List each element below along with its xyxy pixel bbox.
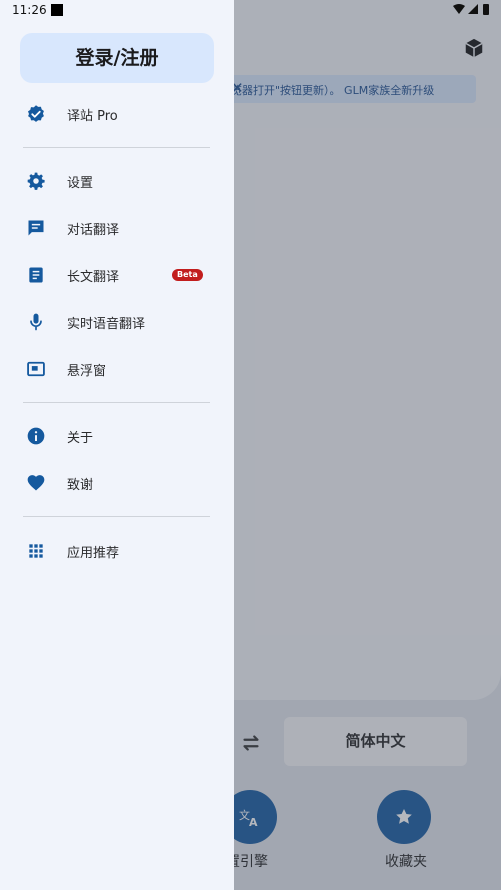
drawer-item-floating-window[interactable]: 悬浮窗 (0, 349, 234, 389)
drawer-item-label: 关于 (67, 431, 94, 446)
verified-badge-icon (28, 105, 44, 122)
gear-icon (27, 172, 45, 190)
drawer-item-label: 设置 (67, 176, 94, 191)
drawer-item-label: 实时语音翻译 (67, 317, 146, 332)
drawer-item-label: 应用推荐 (67, 546, 120, 561)
drawer-item-thanks[interactable]: 致谢 (0, 463, 234, 503)
drawer-item-settings[interactable]: 设置 (0, 161, 234, 201)
drawer-item-voice[interactable]: 实时语音翻译 (0, 302, 234, 342)
status-icons (453, 4, 489, 15)
drawer-item-label: 译站 Pro (67, 109, 118, 124)
drawer-item-conversation[interactable]: 对话翻译 (0, 208, 234, 248)
divider (23, 516, 210, 517)
drawer-item-label: 长文翻译 (67, 270, 120, 285)
divider (23, 402, 210, 403)
floating-window-icon (27, 361, 45, 377)
chat-icon (28, 220, 44, 236)
drawer-item-label: 对话翻译 (67, 223, 120, 238)
apps-grid-icon (29, 544, 43, 558)
signal-icon (468, 4, 478, 14)
battery-icon (483, 4, 489, 15)
beta-badge: Beta (172, 269, 203, 281)
microphone-icon (30, 313, 42, 331)
heart-icon (27, 475, 45, 491)
drawer-item-label: 悬浮窗 (67, 364, 107, 379)
drawer-item-pro[interactable]: 译站 Pro (0, 94, 234, 134)
info-icon (27, 427, 45, 445)
document-icon (29, 267, 43, 283)
drawer-item-apps[interactable]: 应用推荐 (0, 531, 234, 571)
drawer-item-about[interactable]: 关于 (0, 416, 234, 456)
login-register-button[interactable]: 登录/注册 (20, 33, 214, 83)
navigation-drawer: 11:26 登录/注册 译站 Pro 设置 对话翻译 长文翻译 Beta 实时语… (0, 0, 234, 890)
drawer-item-long-text[interactable]: 长文翻译 Beta (0, 255, 234, 295)
divider (23, 147, 210, 148)
wifi-icon (453, 4, 465, 14)
notification-icon (51, 4, 63, 16)
status-time: 11:26 (12, 3, 47, 17)
drawer-item-label: 致谢 (67, 478, 94, 493)
